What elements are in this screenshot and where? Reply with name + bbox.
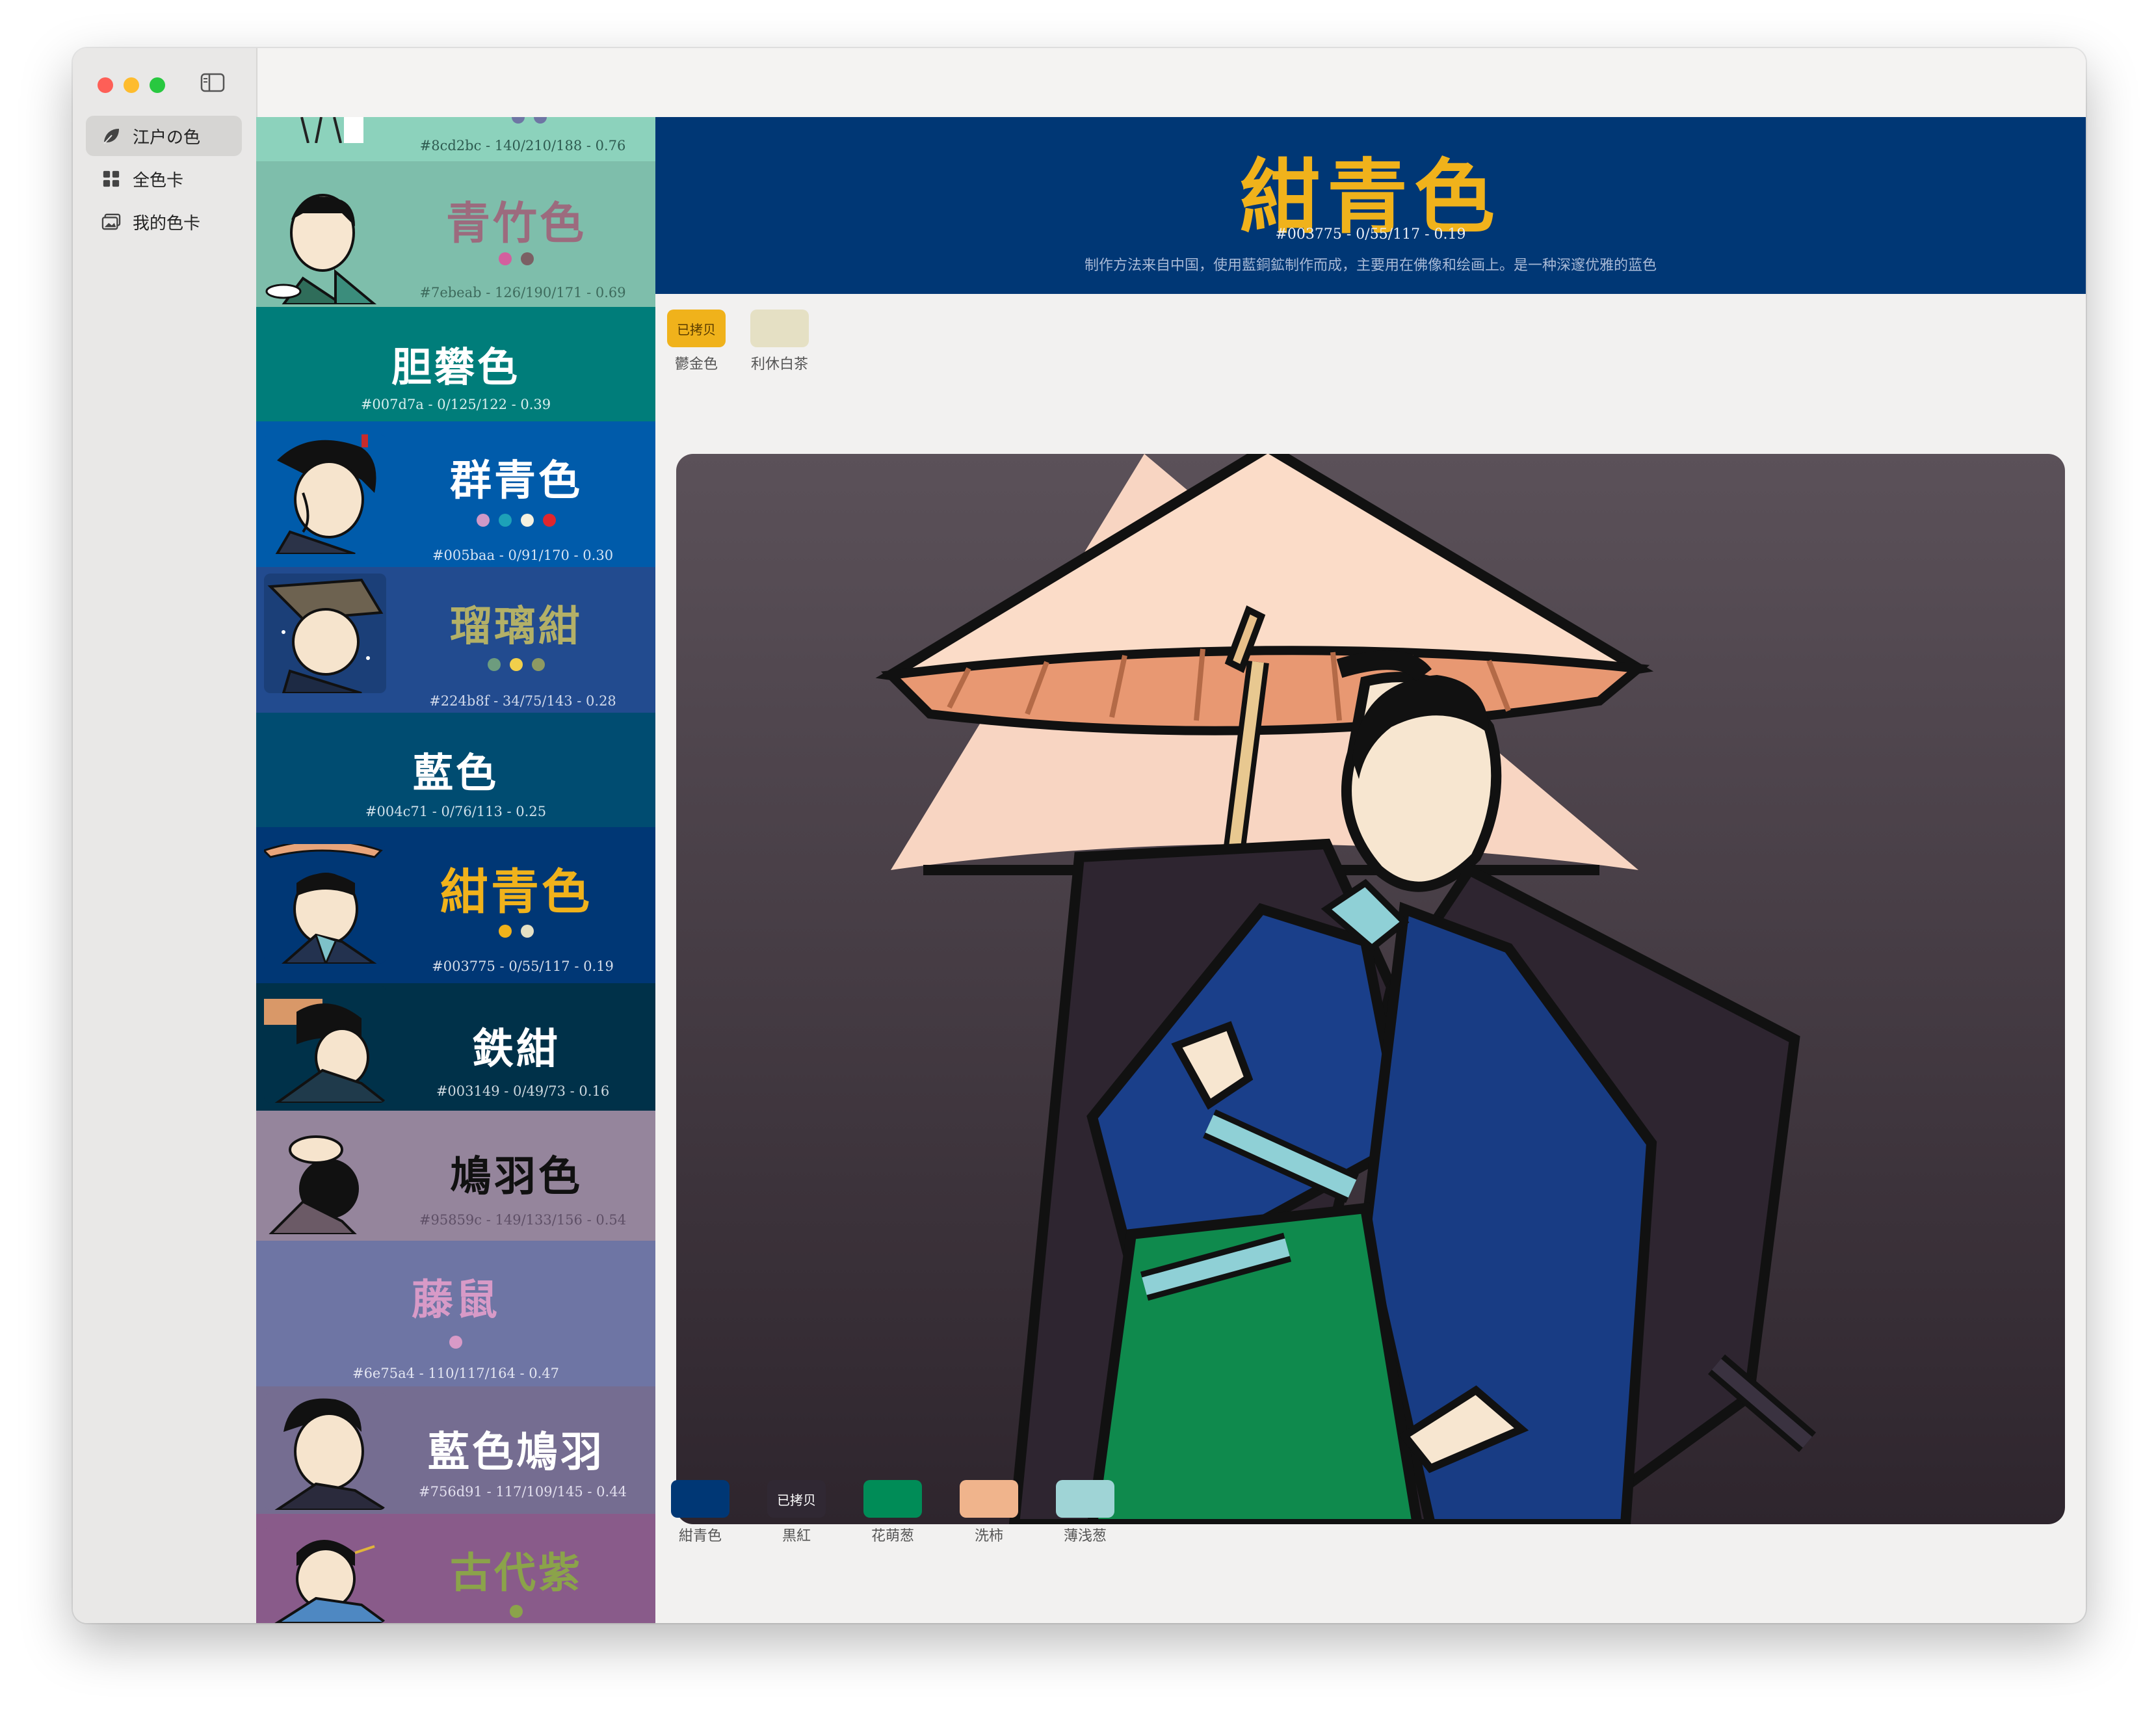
color-chip-araigaki[interactable] <box>960 1480 1018 1518</box>
minimize-button[interactable] <box>124 77 139 93</box>
chip-label: 利休白茶 <box>750 356 808 373</box>
samurai-illustration <box>875 454 1817 1524</box>
portrait-image <box>264 1393 386 1510</box>
color-meta: #003149 - 0/49/73 - 0.16 <box>436 1083 610 1099</box>
portrait-image <box>264 844 386 964</box>
color-card[interactable]: 鉄紺 #003149 - 0/49/73 - 0.16 <box>256 983 655 1111</box>
color-card[interactable]: 群青色 #005baa - 0/91/170 - 0.30 <box>256 421 655 567</box>
color-name: 瑠璃紺 <box>450 602 583 651</box>
color-card[interactable]: 古代紫 <box>256 1514 655 1623</box>
chip-label: 薄浅葱 <box>1063 1528 1107 1544</box>
color-meta: #756d91 - 117/109/145 - 0.44 <box>419 1484 627 1500</box>
color-name: 群青色 <box>450 456 583 505</box>
chip-label: 洗柿 <box>974 1528 1003 1544</box>
portrait-image <box>264 574 386 693</box>
chip-label: 黒紅 <box>782 1528 811 1544</box>
color-meta: #7ebeab - 126/190/171 - 0.69 <box>419 285 626 300</box>
color-card[interactable]: 青竹色 #7ebeab - 126/190/171 - 0.69 <box>256 161 655 307</box>
color-meta: #003775 - 0/55/117 - 0.19 <box>1275 226 1466 243</box>
color-name: 古代紫 <box>450 1549 583 1598</box>
color-name: 藍色鳩羽 <box>428 1428 605 1477</box>
color-card[interactable]: 胆礬色 #007d7a - 0/125/122 - 0.39 <box>256 307 655 421</box>
copied-badge: 已拷贝 <box>677 321 716 337</box>
color-chip-rikyu-shiracha[interactable] <box>750 310 809 347</box>
portrait-image <box>264 1527 386 1623</box>
color-meta: #007d7a - 0/125/122 - 0.39 <box>360 397 551 412</box>
sidebar: 江户の色 全色卡 我的色卡 <box>73 48 257 1623</box>
color-name: 鳩羽色 <box>450 1152 583 1201</box>
sidebar-item-all-cards[interactable]: 全色卡 <box>86 159 242 199</box>
color-header: 紺青色 #003775 - 0/55/117 - 0.19 制作方法来自中国，使… <box>655 117 2086 294</box>
color-meta: #6e75a4 - 110/117/164 - 0.47 <box>352 1366 560 1381</box>
leaf-icon <box>100 125 122 147</box>
app-window: 江户の色 全色卡 我的色卡 #8cd2bc - 140/210/188 - 0.… <box>73 48 2086 1623</box>
sidebar-toggle-icon[interactable] <box>200 73 225 92</box>
color-card[interactable]: 紺青色 #003775 - 0/55/117 - 0.19 <box>256 827 655 983</box>
illustration-image <box>676 454 2065 1524</box>
toolbar <box>256 48 2086 118</box>
color-name: 青竹色 <box>445 198 586 250</box>
color-meta: #003775 - 0/55/117 - 0.19 <box>432 958 614 974</box>
color-name: 藍色 <box>412 749 499 797</box>
color-name: 藤鼠 <box>412 1276 500 1325</box>
photos-icon <box>100 211 122 233</box>
color-meta: #224b8f - 34/75/143 - 0.28 <box>429 693 616 709</box>
color-card[interactable]: 藤鼠 #6e75a4 - 110/117/164 - 0.47 <box>256 1241 655 1386</box>
color-chip-konjo[interactable] <box>671 1480 730 1518</box>
portrait-image <box>264 986 386 1103</box>
color-card[interactable]: 鳩羽色 #95859c - 149/133/156 - 0.54 <box>256 1111 655 1241</box>
chip-label: 花萌葱 <box>871 1528 914 1544</box>
color-meta: #8cd2bc - 140/210/188 - 0.76 <box>419 138 626 153</box>
color-chip-hanamoegi[interactable] <box>863 1480 922 1518</box>
color-chip-kurobeni[interactable]: 已拷贝 <box>767 1480 826 1518</box>
color-meta: #95859c - 149/133/156 - 0.54 <box>419 1212 627 1228</box>
color-list[interactable]: #8cd2bc - 140/210/188 - 0.76 青竹色 #7ebeab… <box>256 117 655 1623</box>
close-button[interactable] <box>98 77 113 93</box>
sidebar-item-label: 江户の色 <box>133 127 201 148</box>
color-description: 制作方法来自中国，使用藍銅鉱制作而成，主要用在佛像和绘画上。是一种深邃优雅的蓝色 <box>1084 258 1657 274</box>
color-meta: #005baa - 0/91/170 - 0.30 <box>432 548 614 563</box>
chip-label: 紺青色 <box>678 1528 722 1544</box>
portrait-image <box>264 434 386 554</box>
portrait-image <box>295 117 373 143</box>
color-name: 胆礬色 <box>391 343 520 391</box>
color-card[interactable]: 藍色 #004c71 - 0/76/113 - 0.25 <box>256 713 655 827</box>
color-chip-ukon[interactable]: 已拷贝 <box>667 310 726 347</box>
sidebar-item-edo-colors[interactable]: 江户の色 <box>86 116 242 156</box>
color-card[interactable]: 瑠璃紺 #224b8f - 34/75/143 - 0.28 <box>256 567 655 713</box>
color-card[interactable]: 藍色鳩羽 #756d91 - 117/109/145 - 0.44 <box>256 1386 655 1514</box>
color-chip-usuasagi[interactable] <box>1056 1480 1114 1518</box>
portrait-image <box>264 181 386 304</box>
zoom-button[interactable] <box>150 77 165 93</box>
grid-icon <box>100 168 122 190</box>
color-name: 紺青色 <box>440 864 592 920</box>
copied-badge: 已拷贝 <box>777 1492 816 1508</box>
color-meta: #004c71 - 0/76/113 - 0.25 <box>365 804 547 819</box>
portrait-image <box>264 1117 386 1234</box>
sidebar-item-my-cards[interactable]: 我的色卡 <box>86 202 242 242</box>
sidebar-item-label: 我的色卡 <box>133 213 201 233</box>
chip-label: 鬱金色 <box>674 356 718 373</box>
detail-pane: 紺青色 #003775 - 0/55/117 - 0.19 制作方法来自中国，使… <box>655 117 2086 1623</box>
color-name: 鉄紺 <box>472 1025 560 1074</box>
sidebar-item-label: 全色卡 <box>133 170 184 191</box>
